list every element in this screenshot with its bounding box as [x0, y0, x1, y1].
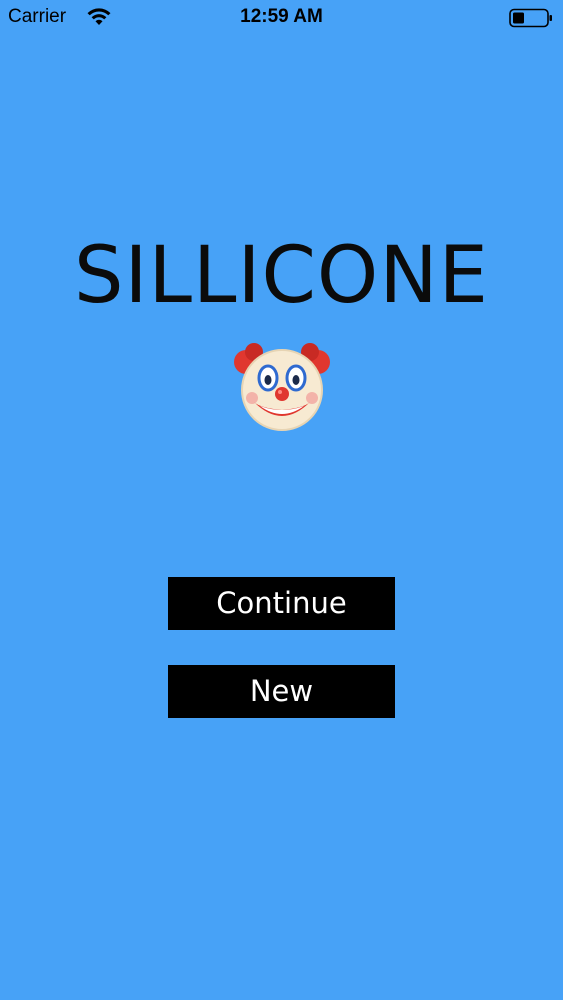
status-time: 12:59 AM	[240, 6, 323, 27]
continue-button[interactable]: Continue	[168, 577, 395, 630]
new-button[interactable]: New	[168, 665, 395, 718]
clown-face-icon	[234, 343, 330, 431]
status-bar: Carrier 12:59 AM	[0, 0, 563, 38]
app-title: SILLICONE	[74, 231, 489, 321]
battery-icon	[509, 8, 552, 28]
